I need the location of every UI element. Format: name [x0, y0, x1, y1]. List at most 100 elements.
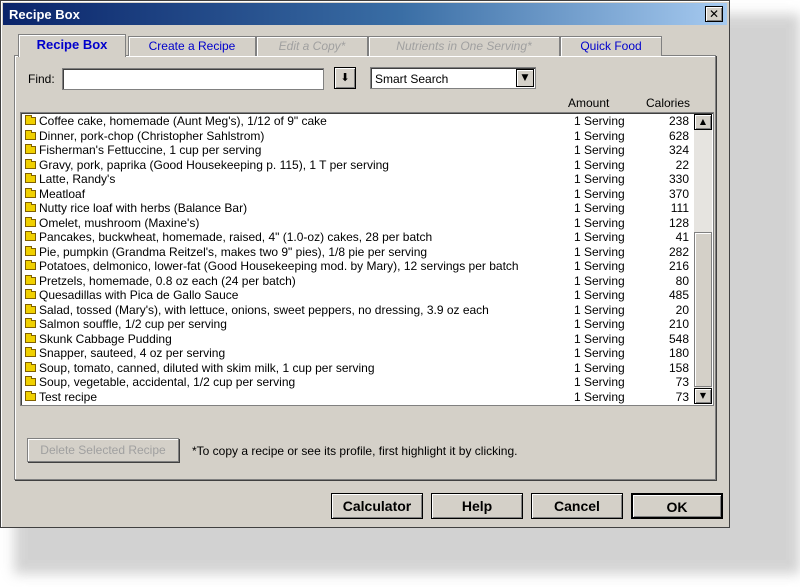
list-item[interactable]: Latte, Randy's 1 Serving 330	[23, 172, 695, 187]
list-item[interactable]: Gravy, pork, paprika (Good Housekeeping …	[23, 158, 695, 173]
list-item[interactable]: Snapper, sauteed, 4 oz per serving 1 Serv…	[23, 346, 695, 361]
folder-icon	[25, 376, 36, 386]
ok-button[interactable]: OK	[631, 493, 723, 519]
delete-selected-recipe-button: Delete Selected Recipe	[27, 438, 179, 462]
recipe-calories: 324	[668, 143, 689, 157]
recipe-name: Test recipe	[39, 389, 98, 404]
download-icon[interactable]: ⬇	[334, 67, 356, 89]
list-item[interactable]: Quesadillas with Pica de Gallo Sauce 1 Se…	[23, 288, 695, 303]
recipe-calories: 180	[668, 346, 689, 360]
folder-icon	[25, 332, 36, 343]
list-item[interactable]: Test recipe 1 Serving 73	[23, 390, 695, 405]
list-item[interactable]: Pancakes, buckwheat, homemade, raised, 4…	[23, 230, 695, 245]
list-item[interactable]: Salmon souffle, 1/2 cup per serving 1 Ser…	[23, 317, 695, 332]
folder-icon	[25, 144, 36, 154]
recipe-amount: 1 Serving	[574, 331, 625, 346]
recipe-calories: 128	[668, 215, 689, 230]
list-item[interactable]: Pie, pumpkin (Grandma Reitzel's, makes t…	[23, 245, 695, 260]
tab-create-a-recipe[interactable]: Create a Recipe	[128, 36, 256, 56]
folder-icon	[25, 187, 36, 198]
recipe-amount: 1 Serving	[574, 230, 625, 244]
recipe-name: Snapper, sauteed, 4 oz per serving	[39, 346, 226, 360]
search-mode-select[interactable]: Smart Search ▼	[370, 67, 536, 89]
recipe-calories: 20	[675, 302, 689, 317]
folder-icon	[25, 202, 36, 212]
recipe-amount: 1 Serving	[574, 128, 625, 143]
recipe-calories: 370	[668, 186, 689, 201]
chevron-down-icon[interactable]: ▼	[516, 69, 534, 87]
recipe-name: Pancakes, buckwheat, homemade, raised, 4…	[39, 230, 433, 244]
recipe-amount: 1 Serving	[574, 288, 625, 302]
recipe-calories: 216	[668, 259, 689, 273]
tab-nutrients-in-one-serving: Nutrients in One Serving*	[368, 36, 560, 56]
list-item[interactable]: Omelet, mushroom (Maxine's) 1 Serving 128	[23, 216, 695, 231]
recipe-calories: 330	[668, 172, 689, 186]
list-item[interactable]: Soup, tomato, canned, diluted with skim …	[23, 361, 695, 376]
scrollbar[interactable]: ▲ ▼	[694, 114, 712, 404]
column-header-amount[interactable]: Amount	[568, 96, 609, 110]
column-header-calories[interactable]: Calories	[646, 96, 690, 110]
folder-icon	[25, 303, 36, 314]
folder-icon	[25, 260, 36, 270]
recipe-amount: 1 Serving	[574, 114, 625, 128]
recipe-amount: 1 Serving	[574, 201, 625, 215]
title-bar[interactable]: Recipe Box ✕	[3, 3, 727, 25]
recipe-calories: 210	[668, 317, 689, 331]
recipe-amount: 1 Serving	[574, 172, 625, 186]
list-item[interactable]: Skunk Cabbage Pudding 1 Serving 548	[23, 332, 695, 347]
find-input[interactable]	[62, 68, 324, 90]
folder-icon	[25, 245, 36, 256]
recipe-calories: 548	[668, 331, 689, 346]
folder-icon	[25, 361, 36, 372]
tab-recipe-box[interactable]: Recipe Box	[18, 34, 126, 57]
recipe-name: Nutty rice loaf with herbs (Balance Bar)	[39, 201, 248, 215]
cancel-button[interactable]: Cancel	[531, 493, 623, 519]
copy-hint-text: *To copy a recipe or see its profile, fi…	[192, 444, 518, 458]
recipe-amount: 1 Serving	[574, 389, 625, 404]
list-item[interactable]: Meatloaf 1 Serving 370	[23, 187, 695, 202]
list-item[interactable]: Coffee cake, homemade (Aunt Meg's), 1/12…	[23, 114, 695, 129]
recipe-amount: 1 Serving	[574, 259, 625, 273]
calculator-button[interactable]: Calculator	[331, 493, 423, 519]
folder-icon	[25, 158, 36, 169]
recipe-name: Coffee cake, homemade (Aunt Meg's), 1/12…	[39, 114, 327, 128]
recipe-amount: 1 Serving	[574, 186, 625, 201]
close-icon[interactable]: ✕	[705, 6, 723, 22]
scrollbar-thumb[interactable]	[694, 232, 712, 387]
scroll-up-icon[interactable]: ▲	[694, 114, 712, 130]
recipe-calories: 158	[668, 360, 689, 375]
list-item[interactable]: Nutty rice loaf with herbs (Balance Bar)…	[23, 201, 695, 216]
recipe-name: Fisherman's Fettuccine, 1 cup per servin…	[39, 143, 262, 157]
recipe-amount: 1 Serving	[574, 215, 625, 230]
recipe-name: Salmon souffle, 1/2 cup per serving	[39, 317, 227, 331]
list-item[interactable]: Fisherman's Fettuccine, 1 cup per servin…	[23, 143, 695, 158]
recipe-amount: 1 Serving	[574, 157, 625, 172]
recipe-amount: 1 Serving	[574, 360, 625, 375]
recipe-amount: 1 Serving	[574, 317, 625, 331]
recipe-name: Skunk Cabbage Pudding	[39, 331, 172, 346]
recipe-name: Gravy, pork, paprika (Good Housekeeping …	[39, 157, 389, 172]
list-item[interactable]: Salad, tossed (Mary's), with lettuce, on…	[23, 303, 695, 318]
tab-quick-food[interactable]: Quick Food	[560, 36, 662, 56]
window-title: Recipe Box	[9, 7, 80, 22]
recipe-calories: 628	[668, 128, 689, 143]
recipe-amount: 1 Serving	[574, 273, 625, 288]
recipe-amount: 1 Serving	[574, 375, 625, 389]
list-item[interactable]: Soup, vegetable, accidental, 1/2 cup per…	[23, 375, 695, 390]
recipe-name: Quesadillas with Pica de Gallo Sauce	[39, 288, 239, 302]
scroll-down-icon[interactable]: ▼	[694, 388, 712, 404]
recipe-calories: 22	[675, 157, 689, 172]
tab-edit-a-copy: Edit a Copy*	[256, 36, 368, 56]
recipe-name: Dinner, pork-chop (Christopher Sahlstrom…	[39, 128, 265, 143]
help-button[interactable]: Help	[431, 493, 523, 519]
recipe-name: Salad, tossed (Mary's), with lettuce, on…	[39, 302, 489, 317]
recipe-name: Meatloaf	[39, 186, 86, 201]
list-item[interactable]: Potatoes, delmonico, lower-fat (Good Hou…	[23, 259, 695, 274]
recipe-list[interactable]: Test recipe 1 Serving 73 Soup, vegetable, a…	[20, 112, 714, 406]
list-item[interactable]: Dinner, pork-chop (Christopher Sahlstrom…	[23, 129, 695, 144]
recipe-calories: 73	[675, 375, 689, 389]
recipe-amount: 1 Serving	[574, 143, 625, 157]
list-item[interactable]: Pretzels, homemade, 0.8 oz each (24 per …	[23, 274, 695, 289]
recipe-calories: 41	[675, 230, 689, 244]
recipe-name: Potatoes, delmonico, lower-fat (Good Hou…	[39, 259, 519, 273]
